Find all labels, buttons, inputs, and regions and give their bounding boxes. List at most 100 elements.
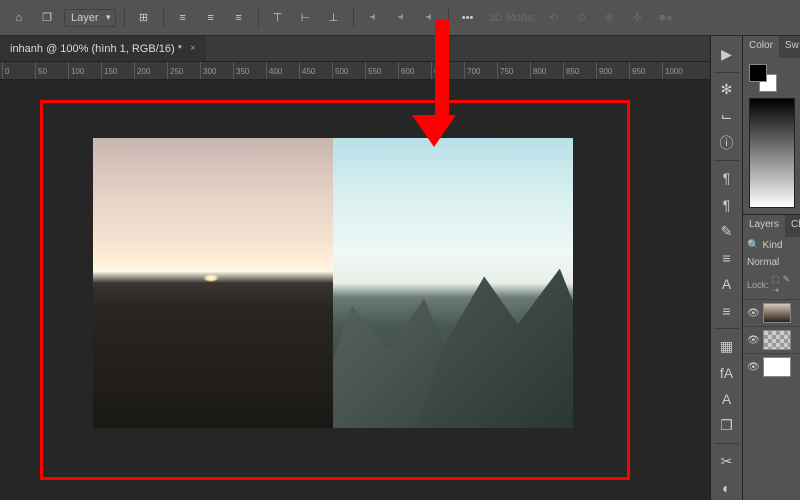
brush-settings-icon[interactable]: ≡ [714,245,740,270]
distribute-h-icon[interactable]: ⫞ [362,7,384,29]
ruler-tick: 950 [629,62,645,79]
options-bar: ⌂ ❐ Layer ⊞ ≡ ≡ ≡ ⊤ ⊢ ⊥ ⫞ ⫞ ⫞ ••• 3D Mod… [0,0,800,36]
document-tab[interactable]: inhanh @ 100% (hình 1, RGB/16) * × [0,36,206,61]
ruler-tick: 850 [563,62,579,79]
tab-color[interactable]: Color [743,36,779,58]
document-canvas[interactable] [93,138,573,428]
foreground-background-swatches[interactable] [749,64,777,92]
align-left-icon[interactable]: ≡ [172,7,194,29]
ruler-tick: 150 [101,62,117,79]
separator [714,328,739,329]
histogram-icon[interactable]: ⌙ [714,104,740,129]
layer-thumbnail[interactable] [763,330,791,350]
close-icon[interactable]: × [190,43,196,54]
separator [124,8,125,28]
ruler-tick: 300 [200,62,216,79]
3d-zoom-icon: ■◂ [654,7,676,29]
ruler-tick: 50 [35,62,47,79]
annotation-highlight-box [40,100,630,480]
visibility-toggle-icon[interactable]: 👁 [747,335,760,346]
layer-filter-row: 🔍 Kind [743,237,800,254]
foreground-color-swatch[interactable] [749,64,767,82]
separator [714,443,739,444]
search-icon[interactable]: 🔍 [747,240,759,251]
align-bottom-icon[interactable]: ⊥ [323,7,345,29]
libraries-icon[interactable]: ✻ [714,77,740,102]
ruler-tick: 250 [167,62,183,79]
arrow-shaft [435,20,449,115]
tab-swatches[interactable]: Sw [779,36,800,58]
annotation-arrow [427,20,456,147]
visibility-toggle-icon[interactable]: 👁 [747,362,760,373]
ruler-tick: 200 [134,62,150,79]
character-styles-icon[interactable]: A [714,387,740,412]
filter-kind-select[interactable]: Kind [762,240,796,251]
separator [714,72,739,73]
ruler-tick: 100 [68,62,84,79]
ruler-tick: 550 [365,62,381,79]
paragraph-styles-icon[interactable]: ¶ [714,192,740,217]
layer-thumbnail[interactable] [763,357,791,377]
properties-icon[interactable]: ≡ [714,299,740,324]
color-panel [743,58,800,214]
swatches-icon[interactable]: ▦ [714,334,740,359]
align-middle-icon[interactable]: ⊢ [295,7,317,29]
ruler-tick: 1000 [662,62,683,79]
separator [714,160,739,161]
document-tabs: inhanh @ 100% (hình 1, RGB/16) * × [0,36,800,62]
3d-orbit-icon: ⟲ [542,7,564,29]
align-center-h-icon[interactable]: ≡ [200,7,222,29]
lock-label: Lock: [747,280,769,290]
ruler-tick: 700 [464,62,480,79]
sunset-glow [203,274,219,282]
layer-comps-icon[interactable]: ❐ [714,414,740,439]
brush-icon[interactable]: ✎ [714,219,740,244]
ruler-tick: 450 [299,62,315,79]
canvas-image-right [333,138,573,428]
color-ramp[interactable] [749,98,795,208]
actions-icon[interactable]: ✂ [714,449,740,474]
3d-pan-icon: ⊛ [598,7,620,29]
layer-select[interactable]: Layer [64,9,116,27]
home-icon[interactable]: ⌂ [8,7,30,29]
ruler-tick: 350 [233,62,249,79]
blend-mode-select[interactable]: Normal [743,254,800,271]
glyphs-icon[interactable]: fA [714,360,740,385]
visibility-toggle-icon[interactable]: 👁 [747,308,760,319]
align-right-icon[interactable]: ≡ [228,7,250,29]
ruler-tick: 750 [497,62,513,79]
3d-roll-icon: ⊙ [570,7,592,29]
3d-mode-label: 3D Mode: [489,12,537,24]
ruler-tick: 400 [266,62,282,79]
auto-select-icon[interactable]: ❐ [36,7,58,29]
lock-icons[interactable]: ⬚ ✎ ⇢ [772,274,796,296]
distribute-v-icon[interactable]: ⫞ [390,7,412,29]
layer-row[interactable]: 👁 [743,326,800,353]
tab-channels[interactable]: Ch [785,215,800,237]
tab-title: inhanh @ 100% (hình 1, RGB/16) * [10,43,182,55]
ruler-tick: 500 [332,62,348,79]
adjustments-icon[interactable]: ◐ [714,475,740,500]
lock-row: Lock: ⬚ ✎ ⇢ [743,271,800,299]
ruler-tick: 900 [596,62,612,79]
more-options-icon[interactable]: ••• [457,7,479,29]
layers-panel: Layers Ch 🔍 Kind Normal Lock: ⬚ ✎ ⇢ 👁 👁 … [743,214,800,380]
align-top-icon[interactable]: ⊤ [267,7,289,29]
paragraph-icon[interactable]: ¶ [714,166,740,191]
separator [353,8,354,28]
character-icon[interactable]: A [714,272,740,297]
layer-row[interactable]: 👁 [743,299,800,326]
transform-controls-icon[interactable]: ⊞ [133,7,155,29]
ruler-tick: 800 [530,62,546,79]
info-icon[interactable]: ⓘ [714,130,740,155]
tab-layers[interactable]: Layers [743,215,785,237]
3d-slide-icon: ✢ [626,7,648,29]
layer-thumbnail[interactable] [763,303,791,323]
ruler-tick: 600 [398,62,414,79]
play-icon[interactable]: ▶ [714,42,740,67]
panel-dock: Color Sw Layers Ch 🔍 Kind Normal Lock: ⬚… [742,36,800,500]
canvas-image-left [93,138,333,428]
layer-row[interactable]: 👁 [743,353,800,380]
canvas-workspace[interactable] [0,80,710,500]
ruler-horizontal[interactable]: 0 50 100 150 200 250 300 350 400 450 500… [0,62,800,80]
